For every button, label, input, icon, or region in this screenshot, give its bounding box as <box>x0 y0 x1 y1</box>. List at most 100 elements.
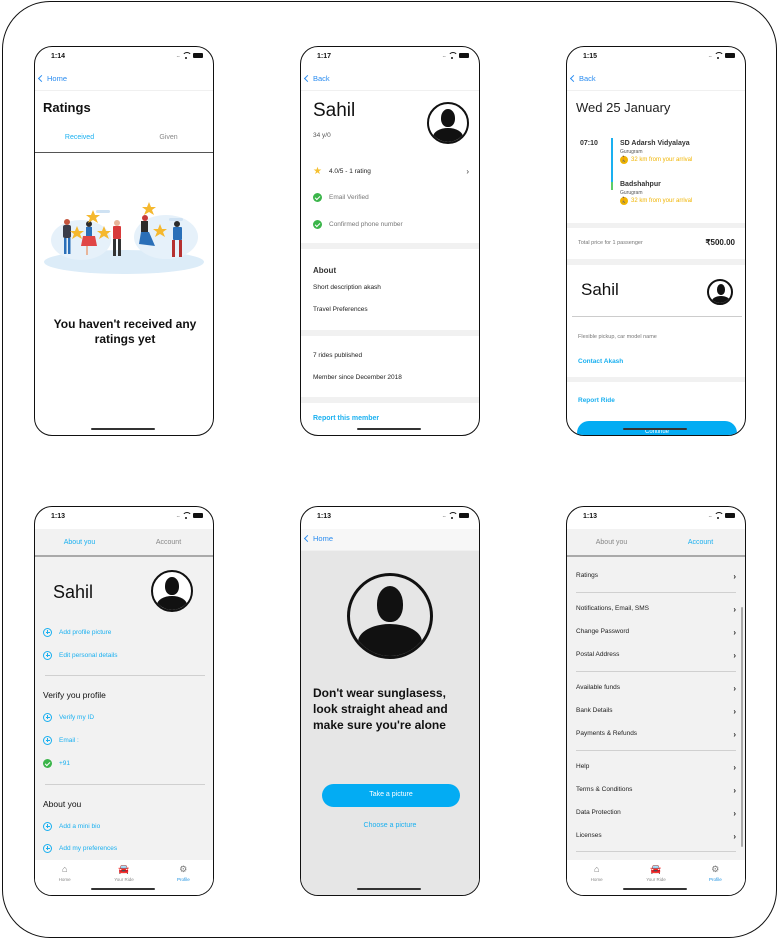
car-icon: 🚘 <box>650 864 662 874</box>
menu-item-data-protection[interactable]: Data Protection › <box>576 809 736 818</box>
tab-profile[interactable]: ⚙ Profile <box>686 860 745 895</box>
menu-label: Ratings <box>576 572 599 579</box>
menu-item-change-password[interactable]: Change Password › <box>576 628 736 637</box>
chevron-right-icon: › <box>733 684 736 693</box>
battery-icon <box>193 53 203 58</box>
report-ride-link[interactable]: Report Ride <box>578 397 615 404</box>
tab-home[interactable]: ⌂ Home <box>35 860 94 895</box>
home-indicator <box>357 427 421 430</box>
wifi-icon <box>714 52 724 59</box>
choose-picture-link[interactable]: Choose a picture <box>301 822 479 829</box>
signal-icon: .... <box>442 512 446 519</box>
verify-email-button[interactable]: Email : <box>43 736 213 745</box>
verify-id-button[interactable]: Verify my ID <box>43 713 213 722</box>
menu-item-bank-details[interactable]: Bank Details › <box>576 707 736 716</box>
divider <box>45 675 205 676</box>
tab-home[interactable]: ⌂ Home <box>567 860 626 895</box>
tab-about-you[interactable]: About you <box>35 529 124 555</box>
battery-icon <box>725 513 735 518</box>
back-button[interactable]: Back <box>569 74 596 83</box>
status-bar: 1:14 .... <box>35 47 213 69</box>
tab-label: Your Ride <box>114 877 134 882</box>
status-time: 1:13 <box>583 513 598 520</box>
back-button[interactable]: Home <box>37 74 68 83</box>
menu-item-ratings[interactable]: Ratings › <box>576 572 736 581</box>
status-time: 1:13 <box>51 513 66 520</box>
contact-driver-link[interactable]: Contact Akash <box>578 358 623 365</box>
back-button[interactable]: Back <box>303 74 330 83</box>
edit-personal-details-button[interactable]: Edit personal details <box>43 651 213 660</box>
tab-profile[interactable]: ⚙ Profile <box>154 860 213 895</box>
menu-item-payments-refunds[interactable]: Payments & Refunds › <box>576 730 736 739</box>
photo-instructions: Don't wear sunglasess, look straight ahe… <box>313 686 448 732</box>
chevron-left-icon <box>303 74 312 83</box>
menu-item-licenses[interactable]: Licenses › <box>576 832 736 841</box>
add-mini-bio-button[interactable]: Add a mini bio <box>43 822 213 831</box>
menu-item-help[interactable]: Help › <box>576 763 736 772</box>
tab-given[interactable]: Given <box>124 129 213 152</box>
action-label: Verify my ID <box>59 714 95 721</box>
plus-circle-icon <box>43 844 52 853</box>
signal-icon: .... <box>708 512 712 519</box>
status-time: 1:13 <box>317 513 332 520</box>
report-member-link[interactable]: Report this member <box>313 415 379 422</box>
bottom-tab-bar: ⌂ Home 🚘 Your Ride ⚙ Profile <box>35 860 213 895</box>
about-heading: About <box>313 266 337 275</box>
travel-preferences[interactable]: Travel Preferences <box>313 306 368 313</box>
phone-label: +91 <box>59 760 71 767</box>
avatar[interactable] <box>151 570 193 612</box>
menu-label: Terms & Conditions <box>576 786 633 793</box>
about-description: Short description akash <box>313 284 381 291</box>
tab-your-ride[interactable]: 🚘 Your Ride <box>94 860 153 895</box>
add-preferences-button[interactable]: Add my preferences <box>43 844 213 853</box>
plus-circle-icon <box>43 628 52 637</box>
action-label: Email : <box>59 737 79 744</box>
ride-date: Wed 25 January <box>576 100 671 115</box>
status-bar: 1:13 .... <box>567 507 745 529</box>
menu-item-available-funds[interactable]: Available funds › <box>576 684 736 693</box>
back-button[interactable]: Home <box>303 534 333 543</box>
signal-icon: .... <box>708 52 712 59</box>
menu-label: Change Password <box>576 628 630 635</box>
stop-city: Gurugram <box>620 190 643 196</box>
take-picture-button[interactable]: Take a picture <box>322 784 460 807</box>
chevron-right-icon: › <box>733 832 736 841</box>
back-label: Home <box>47 74 68 83</box>
avatar[interactable] <box>707 279 733 305</box>
rating-row[interactable]: ★ 4.0/5 - 1 rating › <box>313 166 469 177</box>
home-icon: ⌂ <box>593 864 600 874</box>
phone-ratings-screen: 1:14 .... Home Ratings Received Given Yo… <box>34 46 214 436</box>
avatar-placeholder <box>347 573 433 659</box>
member-name: Sahil <box>313 100 356 121</box>
phone-ride-details-screen: 1:15 .... Back Wed 25 January 07:10 SD A… <box>566 46 746 436</box>
section-divider <box>301 330 479 336</box>
divider <box>45 784 205 785</box>
menu-item-terms[interactable]: Terms & Conditions › <box>576 786 736 795</box>
tab-about-you[interactable]: About you <box>567 529 656 555</box>
divider <box>576 851 736 852</box>
tab-received[interactable]: Received <box>35 129 124 152</box>
menu-item-notifications[interactable]: Notifications, Email, SMS › <box>576 605 736 614</box>
status-bar: 1:15 .... <box>567 47 745 69</box>
about-you-heading: About you <box>43 799 82 809</box>
chevron-right-icon: › <box>733 628 736 637</box>
driver-name: Sahil <box>581 280 619 299</box>
tab-account[interactable]: Account <box>656 529 745 555</box>
avatar <box>427 102 469 144</box>
stop-distance: 🚶 32 km from your arrival <box>620 156 692 164</box>
add-profile-picture-button[interactable]: Add profile picture <box>43 628 213 637</box>
section-divider <box>567 223 745 228</box>
signal-icon: .... <box>442 52 446 59</box>
status-bar: 1:17 .... <box>301 47 479 69</box>
chevron-right-icon: › <box>733 707 736 716</box>
car-icon: 🚘 <box>118 864 130 874</box>
scrollbar[interactable] <box>741 607 743 847</box>
menu-item-postal-address[interactable]: Postal Address › <box>576 651 736 660</box>
action-label: Add a mini bio <box>59 823 101 830</box>
tab-account[interactable]: Account <box>124 529 213 555</box>
wifi-icon <box>182 512 192 519</box>
wifi-icon <box>448 52 458 59</box>
tab-your-ride[interactable]: 🚘 Your Ride <box>626 860 685 895</box>
status-bar: 1:13 .... <box>35 507 213 529</box>
rides-published: 7 rides published <box>313 352 363 359</box>
